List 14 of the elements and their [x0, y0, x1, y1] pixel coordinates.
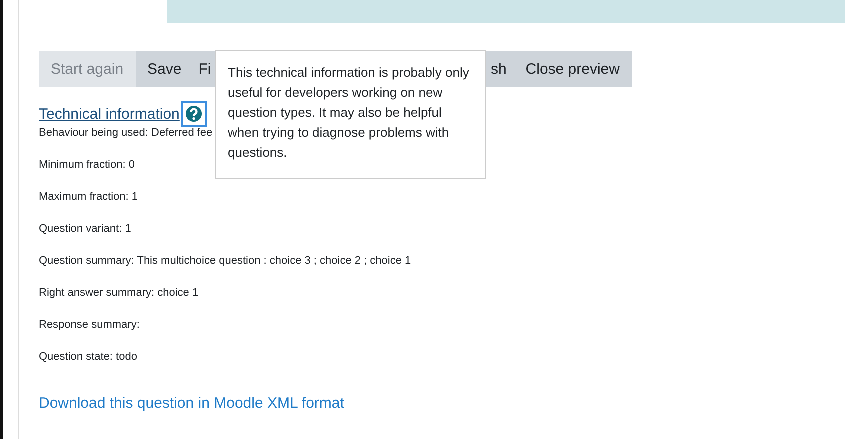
technical-information-link[interactable]: Technical information: [39, 106, 180, 122]
info-line: Right answer summary: choice 1: [39, 287, 199, 301]
info-line: Question state: todo: [39, 351, 138, 365]
toolbar-button[interactable]: Close preview: [514, 51, 632, 87]
info-line: Question summary: This multichoice question : choice 3 ; choice 2 ; choice 1: [39, 255, 412, 269]
download-link[interactable]: Download this question in Moodle XML format: [39, 395, 344, 412]
info-line: Maximum fraction: 1: [39, 191, 138, 205]
help-icon[interactable]: [180, 101, 207, 127]
info-line: Minimum fraction: 0: [39, 159, 135, 173]
help-tooltip: This technical information is probably only useful for developers working on new question types. It may also be helpful when trying to diagnose problems with questions.: [215, 50, 486, 179]
info-line: Response summary:: [39, 319, 140, 333]
info-line: Question variant: 1: [39, 223, 132, 237]
toolbar-button[interactable]: Save: [136, 51, 194, 87]
info-line: Behaviour being used: Deferred fee: [39, 127, 213, 141]
